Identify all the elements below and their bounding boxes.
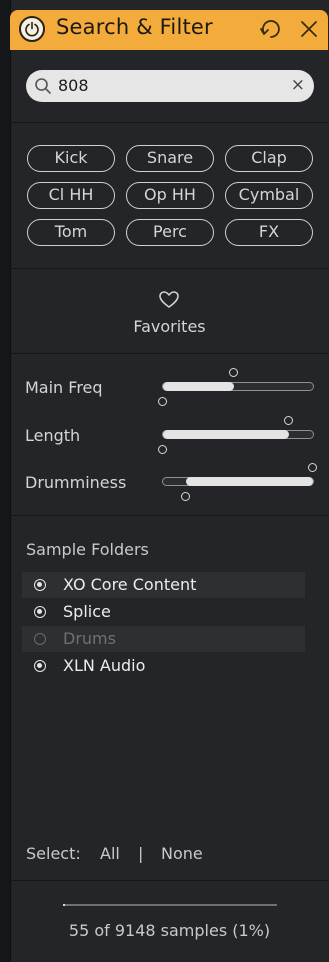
drumminess-slider[interactable] [162,477,314,486]
results-progress-fill [63,904,66,906]
folder-label: XLN Audio [63,656,146,675]
reset-icon[interactable] [258,18,284,42]
slider-label-drumminess: Drumminess [25,473,127,492]
folder-label: Drums [63,629,116,648]
slider-range-fill [163,430,289,439]
panel-title: Search & Filter [56,15,213,39]
slider-label-main-freq: Main Freq [25,378,103,397]
length-high-handle[interactable] [284,416,293,425]
main-freq-high-handle[interactable] [228,368,238,377]
select-none-link[interactable]: None [161,844,203,863]
close-icon[interactable] [299,19,319,39]
search-query: 808 [58,76,89,95]
tag-tom[interactable]: Tom [27,219,115,246]
tag-snare[interactable]: Snare [126,145,214,172]
tag-fx[interactable]: FX [225,219,313,246]
folder-radio[interactable] [34,606,46,618]
panel-header: Search & Filter [10,10,328,50]
divider [10,353,328,354]
tag-cymbal[interactable]: Cymbal [225,182,313,209]
heart-icon[interactable] [158,290,180,310]
divider [10,268,328,269]
tag-perc[interactable]: Perc [126,219,214,246]
results-progress-bar [63,904,277,906]
tag-open-hihat[interactable]: Op HH [126,182,214,209]
tag-closed-hihat[interactable]: Cl HH [27,182,115,209]
drumminess-low-handle[interactable] [180,492,190,501]
folder-label: Splice [63,602,111,621]
main-freq-slider[interactable] [162,382,314,391]
folder-radio[interactable] [34,579,46,591]
slider-range-fill [185,477,313,486]
search-filter-panel: Search & Filter 808 × Kick Snare Clap Cl… [0,0,329,962]
slider-label-length: Length [25,426,81,445]
folder-radio[interactable] [34,660,46,672]
folder-item-drums[interactable]: Drums [22,626,305,652]
main-freq-low-handle[interactable] [158,397,167,406]
sample-folders-heading: Sample Folders [26,540,149,559]
search-icon [35,78,51,94]
clear-search-icon[interactable]: × [291,75,305,95]
select-label: Select: [26,844,81,863]
length-slider[interactable] [162,430,314,439]
select-separator: | [138,844,144,863]
folder-item-splice[interactable]: Splice [22,599,305,625]
folder-radio[interactable] [34,633,46,645]
tag-clap[interactable]: Clap [225,145,313,172]
drumminess-high-handle[interactable] [308,463,317,472]
folder-label: XO Core Content [63,575,197,594]
divider [10,122,328,123]
results-count: 55 of 9148 samples (1%) [68,921,271,940]
search-input[interactable]: 808 × [26,70,314,102]
power-icon[interactable] [19,16,45,42]
divider [10,515,328,516]
select-all-link[interactable]: All [100,844,120,863]
divider [10,880,328,881]
length-low-handle[interactable] [158,445,167,454]
tag-kick[interactable]: Kick [27,145,115,172]
favorites-button[interactable]: Favorites [0,317,329,336]
slider-range-fill [163,382,234,391]
folder-item-xln-audio[interactable]: XLN Audio [22,653,305,679]
folder-item-xo-core[interactable]: XO Core Content [22,572,305,598]
